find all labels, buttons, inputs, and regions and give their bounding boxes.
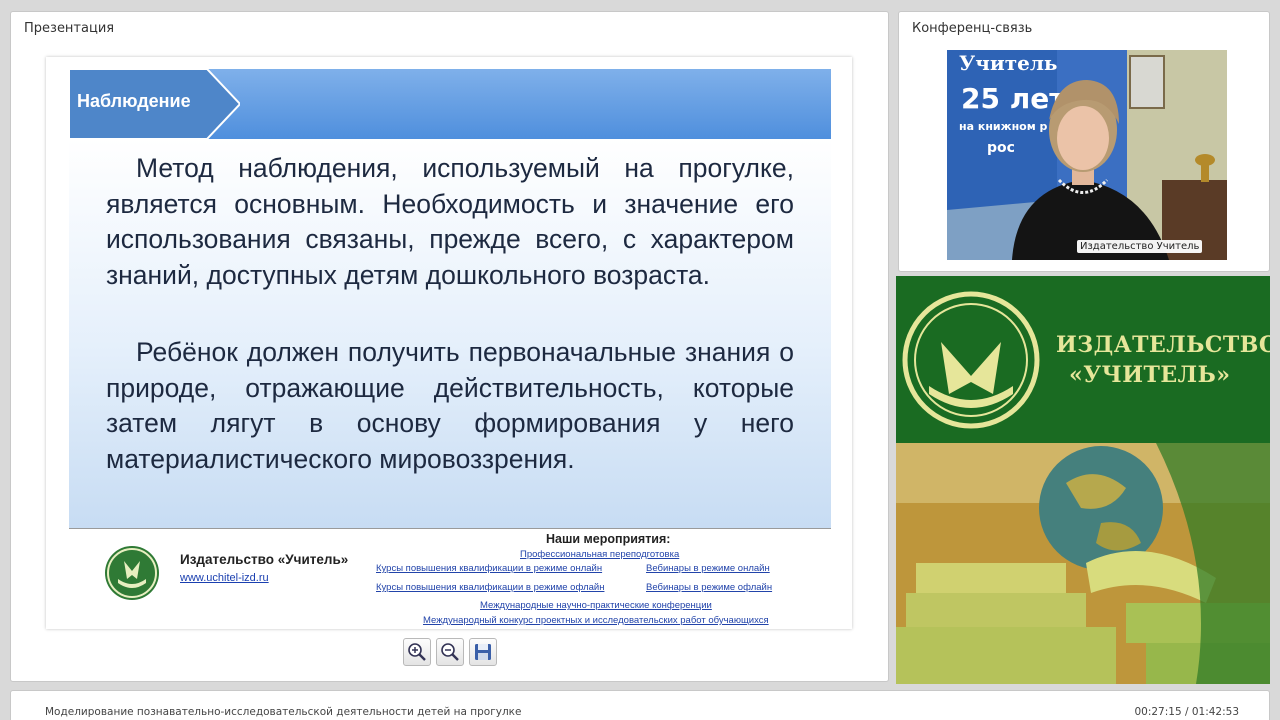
svg-text:на книжном р: на книжном р — [959, 120, 1048, 133]
footer-url-link[interactable]: www.uchitel-izd.ru — [180, 572, 269, 584]
zoom-out-icon — [441, 643, 459, 661]
webinar-title: Моделирование познавательно-исследовател… — [45, 706, 522, 718]
footer-brand: Издательство «Учитель» — [180, 552, 349, 567]
svg-text:Учитель: Учитель — [959, 51, 1058, 75]
slide-paragraph-2: Ребёнок должен получить первоначальные з… — [106, 337, 794, 474]
publisher-logo-icon — [105, 546, 159, 600]
slide-title: Наблюдение — [77, 91, 191, 111]
slide-divider — [69, 528, 831, 529]
zoom-in-icon — [408, 643, 426, 661]
banner-logo-icon — [902, 291, 1040, 429]
conference-panel: Конференц-связь Учитель 25 лет на книжно… — [898, 11, 1270, 272]
slide-body: Метод наблюдения, используемый на прогул… — [69, 139, 831, 529]
presentation-panel-title: Презентация — [24, 21, 115, 36]
slide: Наблюдение Метод наблюдения, используемы… — [46, 57, 852, 629]
playback-time: 00:27:15 / 01:42:53 — [1134, 706, 1239, 718]
banner-title-line2: «УЧИТЕЛЬ» — [1069, 362, 1231, 388]
zoom-out-button[interactable] — [436, 638, 464, 666]
event-link-webinars-offline[interactable]: Вебинары в режиме офлайн — [646, 582, 772, 593]
event-link-courses-online[interactable]: Курсы повышения квалификации в режиме он… — [376, 563, 602, 574]
events-title: Наши мероприятия: — [546, 532, 671, 546]
save-button[interactable] — [469, 638, 497, 666]
event-link-retraining[interactable]: Профессиональная переподготовка — [520, 549, 679, 560]
slide-paragraph-1: Метод наблюдения, используемый на прогул… — [106, 153, 794, 290]
banner-top: ИЗДАТЕЛЬСТВО «УЧИТЕЛЬ» — [896, 276, 1270, 443]
save-icon — [475, 644, 491, 660]
svg-text:25 лет: 25 лет — [961, 82, 1066, 115]
svg-text:рос: рос — [987, 140, 1015, 156]
event-link-courses-offline[interactable]: Курсы повышения квалификации в режиме оф… — [376, 582, 604, 593]
conference-panel-title: Конференц-связь — [912, 21, 1033, 36]
books-globe-illustration — [896, 443, 1270, 684]
banner-title-line1: ИЗДАТЕЛЬСТВО — [1056, 332, 1270, 358]
event-link-conferences[interactable]: Международные научно-практические конфер… — [480, 600, 712, 611]
status-bar: Моделирование познавательно-исследовател… — [10, 690, 1270, 720]
speaker-label: Издательство Учитель — [1077, 240, 1203, 253]
video-feed[interactable]: Учитель 25 лет на книжном р рос Издатель… — [947, 50, 1227, 260]
zoom-in-button[interactable] — [403, 638, 431, 666]
presentation-panel: Презентация Наблюдение Метод наблюдения,… — [10, 11, 889, 682]
speaker-video-image: Учитель 25 лет на книжном р рос — [947, 50, 1227, 260]
event-link-webinars-online[interactable]: Вебинары в режиме онлайн — [646, 563, 770, 574]
event-link-contest[interactable]: Международный конкурс проектных и исслед… — [423, 615, 769, 626]
slide-header-bar: Наблюдение — [69, 69, 831, 139]
banner-books-image — [896, 443, 1270, 684]
publisher-banner: ИЗДАТЕЛЬСТВО «УЧИТЕЛЬ» — [896, 276, 1270, 684]
